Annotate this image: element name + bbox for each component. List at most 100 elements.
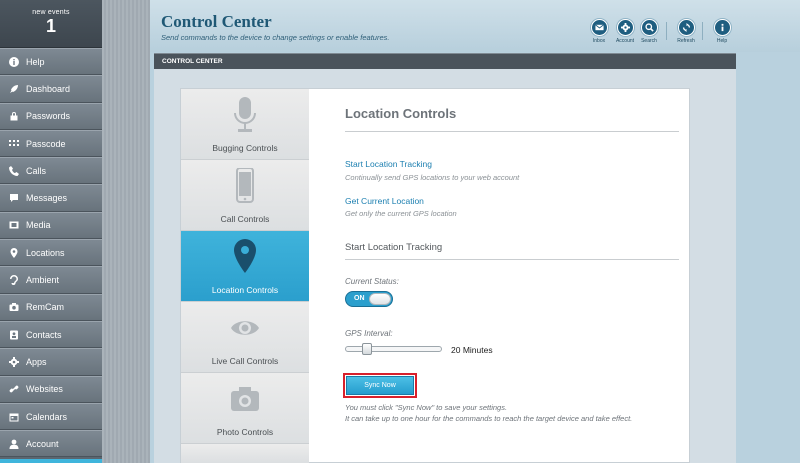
refresh-icon <box>682 23 690 32</box>
sidebar-item-account[interactable]: Account <box>0 430 102 458</box>
textured-gutter <box>102 0 150 463</box>
sidebar-item-messages[interactable]: Messages <box>0 184 102 212</box>
phone-device-icon <box>236 168 254 203</box>
tab-call-controls[interactable]: Call Controls <box>181 160 309 231</box>
sync-note-line1: You must click "Sync Now" to save your s… <box>345 403 508 412</box>
refresh-label: Refresh <box>677 38 695 44</box>
sidebar-item-label: Contacts <box>26 329 62 340</box>
sidebar-item-websites[interactable]: Websites <box>0 375 102 403</box>
page-title: Control Center <box>161 12 272 31</box>
tab-label: Live Call Controls <box>211 356 279 366</box>
sidebar-item-ambient[interactable]: Ambient <box>0 266 102 294</box>
subsection-title: Start Location Tracking <box>345 242 443 253</box>
sidebar-item-contacts[interactable]: Contacts <box>0 320 102 349</box>
map-pin-icon <box>9 247 19 258</box>
film-icon <box>9 220 19 230</box>
sidebar-item-media[interactable]: Media <box>0 211 102 240</box>
microphone-icon <box>234 97 256 132</box>
sidebar-item-label: Passcode <box>26 138 66 149</box>
info-icon <box>721 23 723 32</box>
sidebar-item-label: Calls <box>26 165 47 176</box>
sidebar-item-label: Messages <box>26 193 68 204</box>
sidebar-item-locations[interactable]: Locations <box>0 239 102 267</box>
sidebar-item-passcode[interactable]: Passcode <box>0 129 102 158</box>
sync-note-line2: It can take up to one hour for the comma… <box>345 414 633 423</box>
sidebar-item-dashboard[interactable]: Dashboard <box>0 75 102 103</box>
tab-more-partial[interactable] <box>181 444 309 463</box>
sync-now-button[interactable]: Sync Now <box>346 376 414 395</box>
camera-icon <box>9 302 19 312</box>
link-icon <box>9 384 19 394</box>
camera-icon <box>231 387 259 411</box>
sidebar-item-apps[interactable]: Apps <box>0 348 102 376</box>
get-current-location-link[interactable]: Get Current Location <box>345 196 424 206</box>
calendar-icon <box>9 412 19 422</box>
location-controls-content: Location Controls Start Location Trackin… <box>309 89 689 463</box>
chat-icon <box>9 193 19 203</box>
user-icon <box>9 439 19 449</box>
eye-icon <box>231 321 259 335</box>
phone-icon <box>9 165 19 176</box>
tab-label: Location Controls <box>211 285 279 295</box>
get-current-location-desc: Get only the current GPS location <box>345 209 457 218</box>
gps-interval-slider-handle[interactable] <box>362 343 373 355</box>
sidebar-item-label: Websites <box>26 384 63 395</box>
envelope-icon <box>594 24 604 31</box>
title-divider <box>345 131 679 132</box>
keypad-icon <box>9 139 19 149</box>
sidebar-item-remcam[interactable]: RemCam <box>0 293 102 321</box>
info-icon <box>9 56 19 67</box>
page-header: Control Center Send commands to the devi… <box>150 0 800 52</box>
gps-interval-label: GPS Interval: <box>345 329 393 338</box>
map-pin-icon <box>234 239 256 273</box>
sidebar-item-label: Locations <box>26 247 65 258</box>
tab-label: Bugging Controls <box>212 143 278 153</box>
gear-icon <box>9 356 19 367</box>
new-events-count: 1 <box>45 16 56 36</box>
tab-label: Photo Controls <box>216 427 274 437</box>
header-separator <box>666 22 667 40</box>
sidebar-item-label: Media <box>26 220 51 231</box>
tab-location-controls[interactable]: Location Controls <box>181 231 309 302</box>
help-label: Help <box>716 38 728 44</box>
gps-interval-value: 20 Minutes <box>451 345 493 355</box>
start-location-tracking-link[interactable]: Start Location Tracking <box>345 159 432 169</box>
tab-bugging-controls[interactable]: Bugging Controls <box>181 89 309 160</box>
sidebar-item-passwords[interactable]: Passwords <box>0 102 102 130</box>
current-status-label: Current Status: <box>345 277 399 286</box>
tab-live-call-controls[interactable]: Live Call Controls <box>181 302 309 373</box>
toggle-knob[interactable] <box>369 293 391 305</box>
sidebar-item-label: RemCam <box>26 302 65 313</box>
tab-label: Call Controls <box>220 214 270 224</box>
search-label: Search <box>641 38 657 44</box>
sidebar-item-calendars[interactable]: Calendars <box>0 402 102 431</box>
search-button[interactable]: Search <box>634 19 664 44</box>
section-title-bar: CONTROL CENTER <box>154 53 736 69</box>
sidebar-item-label: Account <box>26 438 59 449</box>
sidebar-item-label: Passwords <box>26 111 71 122</box>
gps-interval-slider[interactable] <box>345 346 442 352</box>
new-events-badge[interactable]: new events 1 <box>0 0 102 48</box>
subsection-divider <box>345 259 679 260</box>
control-panel: Bugging Controls Call Controls Location … <box>180 88 690 463</box>
ear-icon <box>9 275 19 286</box>
page-subtitle: Send commands to the device to change se… <box>161 33 390 42</box>
sidebar-item-help[interactable]: Help <box>0 48 102 76</box>
rocket-icon <box>9 84 19 94</box>
sidebar-item-calls[interactable]: Calls <box>0 157 102 185</box>
new-events-label: new events <box>32 9 70 16</box>
contacts-icon <box>9 330 19 340</box>
gear-icon <box>620 23 630 32</box>
sidebar-item-label: Apps <box>26 356 47 367</box>
refresh-button[interactable]: Refresh <box>671 19 701 44</box>
sidebar-item-label: Calendars <box>26 411 68 422</box>
tab-photo-controls[interactable]: Photo Controls <box>181 373 309 444</box>
sidebar: new events 1 Help Dashboard Passwords Pa… <box>0 0 102 463</box>
control-tabs: Bugging Controls Call Controls Location … <box>181 89 309 463</box>
sidebar-item-label: Help <box>26 56 45 67</box>
help-button[interactable]: Help <box>707 19 737 44</box>
start-location-tracking-desc: Continually send GPS locations to your w… <box>345 173 520 182</box>
sidebar-item-label: Dashboard <box>26 83 71 94</box>
status-toggle[interactable]: ON <box>345 291 393 307</box>
lock-icon <box>9 111 19 121</box>
